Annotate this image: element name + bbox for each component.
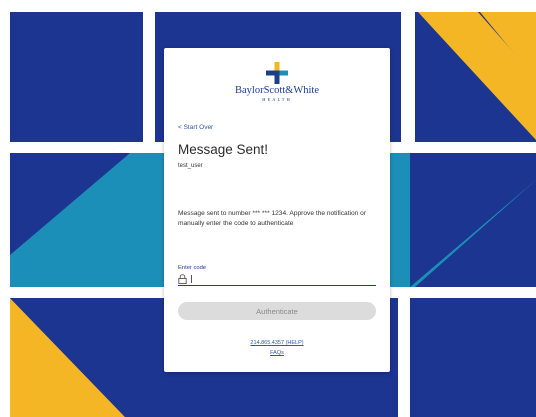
faq-link[interactable]: FAQs xyxy=(164,350,390,356)
cross-logo-icon xyxy=(266,62,288,84)
logo-name: BaylorScott&White xyxy=(235,85,319,96)
logo: BaylorScott&White HEALTH xyxy=(164,62,390,112)
code-field-label: Enter code xyxy=(178,265,207,271)
login-card: BaylorScott&White HEALTH < Start Over Me… xyxy=(164,48,390,372)
username-label: test_user xyxy=(178,163,203,169)
help-phone-link[interactable]: 214.865.4357 (HELP) xyxy=(164,340,390,346)
code-field xyxy=(178,274,376,286)
code-input[interactable] xyxy=(194,274,374,284)
instructions-text: Message sent to number *** *** 1234. App… xyxy=(178,210,367,227)
start-over-link[interactable]: < Start Over xyxy=(178,124,213,131)
authenticate-button[interactable]: Authenticate xyxy=(178,302,376,320)
logo-subtitle: HEALTH xyxy=(262,97,292,102)
lock-icon xyxy=(178,274,187,284)
page-title: Message Sent! xyxy=(178,142,269,157)
text-cursor xyxy=(191,275,192,283)
